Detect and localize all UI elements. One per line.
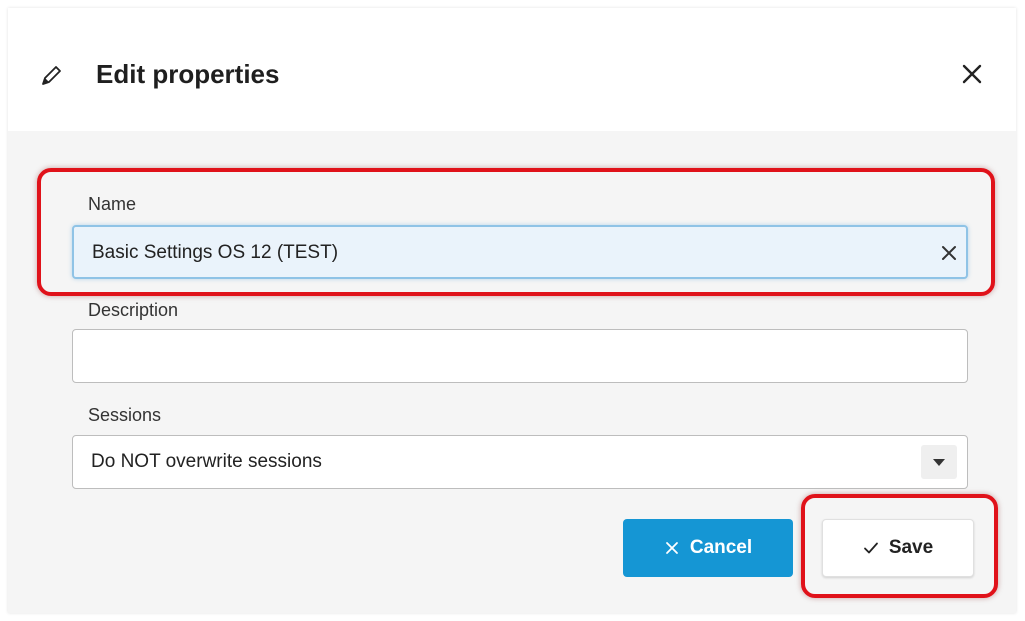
dialog-title: Edit properties xyxy=(96,59,280,89)
close-icon[interactable] xyxy=(958,60,986,88)
dropdown-toggle[interactable] xyxy=(921,445,957,479)
name-label: Name xyxy=(88,194,137,214)
save-label: Save xyxy=(888,537,934,558)
cancel-button[interactable]: Cancel xyxy=(623,519,793,577)
name-field[interactable]: Basic Settings OS 12 (TEST) xyxy=(72,225,968,279)
cancel-label: Cancel xyxy=(689,537,753,558)
sessions-value: Do NOT overwrite sessions xyxy=(91,451,322,472)
sessions-select[interactable]: Do NOT overwrite sessions xyxy=(72,435,968,489)
clear-icon[interactable] xyxy=(940,244,958,262)
check-icon xyxy=(863,542,878,554)
name-value: Basic Settings OS 12 (TEST) xyxy=(92,242,339,263)
x-icon xyxy=(665,542,678,554)
sessions-label: Sessions xyxy=(88,405,162,425)
save-button[interactable]: Save xyxy=(822,519,974,577)
edit-properties-dialog: Edit properties Name Basic Settings OS 1… xyxy=(8,8,1016,613)
caret-down-icon xyxy=(933,459,945,466)
description-field[interactable] xyxy=(72,329,968,383)
pencil-icon xyxy=(42,66,61,85)
dialog-header: Edit properties xyxy=(8,8,1016,131)
description-label: Description xyxy=(88,300,179,320)
